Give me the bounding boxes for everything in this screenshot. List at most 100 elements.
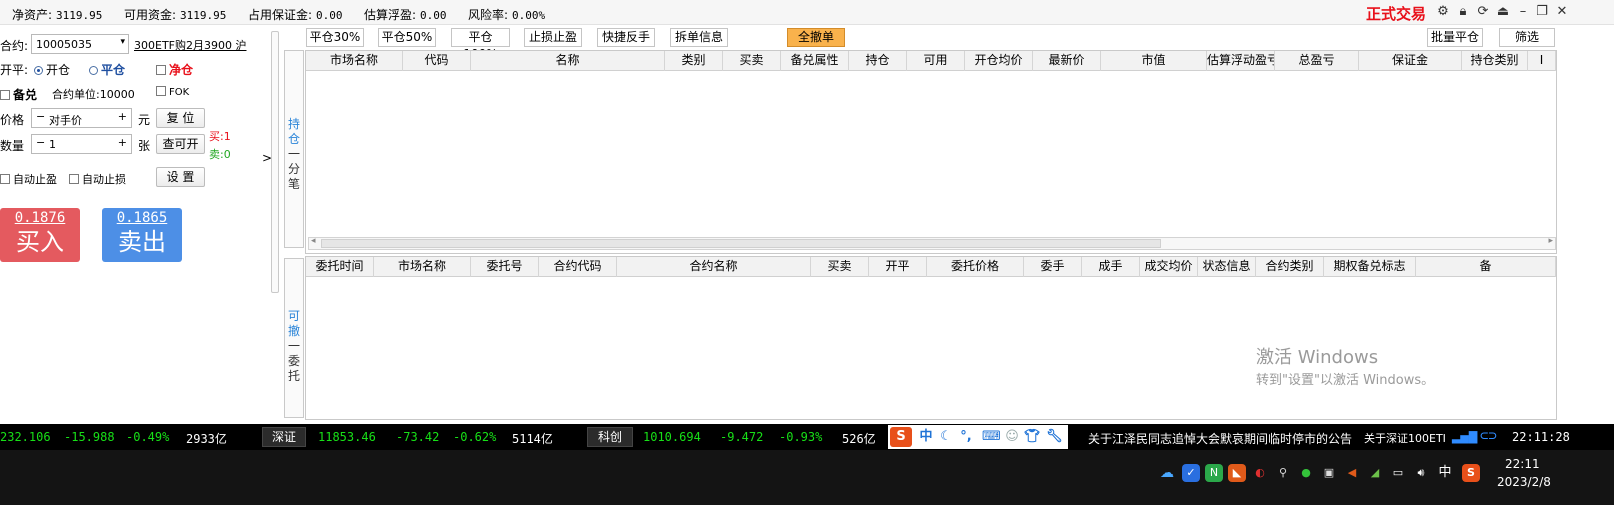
column-header[interactable]: 委托时间 [306, 257, 374, 277]
column-header[interactable]: 期权备兑标志 [1324, 257, 1416, 277]
ime-language-icon[interactable]: 中 [918, 429, 934, 445]
split-info-button[interactable]: 拆单信息 [670, 28, 728, 47]
wrench-icon[interactable]: 🔧︎ [1046, 429, 1063, 445]
nvidia-icon[interactable]: ◢ [1366, 464, 1384, 482]
column-header[interactable]: 市场名称 [306, 51, 403, 71]
sogou-tray-icon[interactable]: S [1462, 464, 1480, 482]
column-header[interactable]: 持仓 [849, 51, 907, 71]
net-close-checkbox[interactable]: 净仓 [156, 61, 193, 78]
column-header[interactable]: 委手 [1024, 257, 1082, 277]
link-icon[interactable]: ⊂⊃ [1480, 428, 1497, 444]
column-header[interactable]: 买卖 [723, 51, 781, 71]
column-header[interactable]: 代码 [403, 51, 471, 71]
cloud-icon[interactable]: ☁ [1158, 464, 1176, 482]
scrollbar-thumb[interactable] [321, 239, 1161, 248]
moon-icon[interactable]: ☾ [938, 429, 954, 445]
ime-lang-indicator[interactable]: 中 [1436, 464, 1454, 482]
column-header[interactable]: 成手 [1082, 257, 1140, 277]
quantity-stepper[interactable]: − 1 + [31, 134, 132, 154]
close-30-button[interactable]: 平仓30% [306, 28, 364, 47]
column-header[interactable]: 状态信息 [1198, 257, 1256, 277]
box-icon[interactable]: ▣ [1320, 464, 1338, 482]
restore-icon[interactable]: ❐ [1535, 5, 1549, 19]
close-radio[interactable]: 平仓 [89, 61, 125, 78]
shirt-icon[interactable]: 👕︎ [1024, 429, 1041, 445]
stop-loss-profit-button[interactable]: 止损止盈 [524, 28, 582, 47]
news-headline-1[interactable]: 关于江泽民同志追悼大会默哀期间临时停市的公告 [1088, 430, 1352, 447]
wechat-icon[interactable]: ● [1297, 464, 1315, 482]
horizontal-scrollbar[interactable]: ◂ ▸ [308, 236, 1556, 250]
close-icon[interactable]: ✕ [1555, 5, 1569, 19]
column-header[interactable]: 委托号 [471, 257, 539, 277]
auto-stop-loss-checkbox[interactable]: 自动止损 [69, 171, 126, 187]
sell-button[interactable]: 0.1865 卖出 [102, 208, 182, 262]
column-header[interactable]: I [1528, 51, 1556, 71]
column-header[interactable]: 市场名称 [374, 257, 471, 277]
cancel-all-button[interactable]: 全撤单 [787, 28, 845, 47]
column-header[interactable]: 最新价 [1033, 51, 1101, 71]
plus-icon[interactable]: + [118, 136, 127, 149]
news-headline-2[interactable]: 关于深证100ETI [1364, 430, 1446, 446]
price-stepper[interactable]: − 对手价 + [31, 108, 132, 128]
quick-reverse-button[interactable]: 快捷反手 [597, 28, 655, 47]
keyboard-icon[interactable]: ⌨ [982, 429, 1001, 445]
auto-take-profit-checkbox[interactable]: 自动止盈 [0, 171, 57, 187]
column-header[interactable]: 名称 [471, 51, 665, 71]
buy-button[interactable]: 0.1876 买入 [0, 208, 80, 262]
column-header[interactable]: 合约代码 [539, 257, 617, 277]
taskbar-date[interactable]: 2023/2/8 [1497, 475, 1551, 489]
left-panel-scrollbar[interactable] [271, 31, 279, 293]
column-header[interactable]: 保证金 [1359, 51, 1462, 71]
column-header[interactable]: 合约类别 [1256, 257, 1324, 277]
user-icon[interactable]: ☺ [1004, 429, 1020, 445]
column-header[interactable]: 估算浮动盈亏 [1207, 51, 1275, 71]
scroll-left-icon[interactable]: ◂ [311, 236, 316, 246]
settings-button[interactable]: 设 置 [156, 167, 205, 187]
eject-icon[interactable]: ⏏ [1496, 5, 1510, 19]
covered-checkbox[interactable]: 备兑 [0, 86, 37, 103]
column-header[interactable]: 备 [1416, 257, 1556, 277]
tab-orders[interactable]: 可撤一委托 [284, 258, 304, 418]
column-header[interactable]: 开平 [869, 257, 927, 277]
close-100-button[interactable]: 平仓100% [451, 28, 510, 61]
reset-button[interactable]: 复 位 [156, 108, 205, 128]
check-openable-button[interactable]: 查可开 [156, 134, 205, 154]
app-orange-icon[interactable]: ◣ [1228, 464, 1246, 482]
check-icon[interactable]: ✓ [1182, 464, 1200, 482]
punctuation-icon[interactable]: °, [958, 429, 974, 445]
column-header[interactable]: 买卖 [811, 257, 869, 277]
minus-icon[interactable]: − [36, 110, 45, 123]
column-header[interactable]: 委托价格 [927, 257, 1024, 277]
speaker-app-icon[interactable]: ◀ [1343, 464, 1361, 482]
minimize-icon[interactable]: – [1516, 5, 1530, 19]
column-header[interactable]: 总盈亏 [1275, 51, 1359, 71]
batch-close-button[interactable]: 批量平仓 [1427, 28, 1483, 47]
taskbar-time[interactable]: 22:11 [1505, 457, 1540, 471]
lock-icon[interactable]: 🔒︎ [1456, 5, 1470, 19]
minus-icon[interactable]: − [36, 136, 45, 149]
column-header[interactable]: 可用 [907, 51, 965, 71]
column-header[interactable]: 市值 [1101, 51, 1207, 71]
index-sz-button[interactable]: 深证 [262, 427, 306, 447]
column-header[interactable]: 合约名称 [617, 257, 811, 277]
network-icon[interactable]: ▭ [1389, 464, 1407, 482]
refresh-icon[interactable]: ⟳ [1476, 5, 1490, 19]
column-header[interactable]: 备兑属性 [781, 51, 849, 71]
plus-icon[interactable]: + [118, 110, 127, 123]
contract-select[interactable]: 10005035 ▾ [31, 34, 129, 54]
column-header[interactable]: 持仓类别 [1462, 51, 1528, 71]
close-50-button[interactable]: 平仓50% [378, 28, 436, 47]
fok-checkbox[interactable]: FOK [156, 86, 189, 98]
open-radio[interactable]: 开仓 [34, 61, 70, 78]
gear-icon[interactable]: ⚙ [1436, 5, 1450, 19]
n-app-icon[interactable]: N [1205, 464, 1223, 482]
volume-icon[interactable]: 🔊︎ [1412, 464, 1430, 482]
app-red-icon[interactable]: ◐ [1251, 464, 1269, 482]
scroll-right-icon[interactable]: ▸ [1548, 236, 1553, 246]
filter-button[interactable]: 筛选 [1499, 28, 1555, 47]
contract-name-link[interactable]: 300ETF购2月3900 沪 [134, 37, 246, 53]
column-header[interactable]: 成交均价 [1140, 257, 1198, 277]
pin-icon[interactable]: ⚲ [1274, 464, 1292, 482]
tab-positions[interactable]: 持仓一分笔 [284, 50, 304, 248]
sogou-s-icon[interactable]: S [890, 427, 912, 447]
